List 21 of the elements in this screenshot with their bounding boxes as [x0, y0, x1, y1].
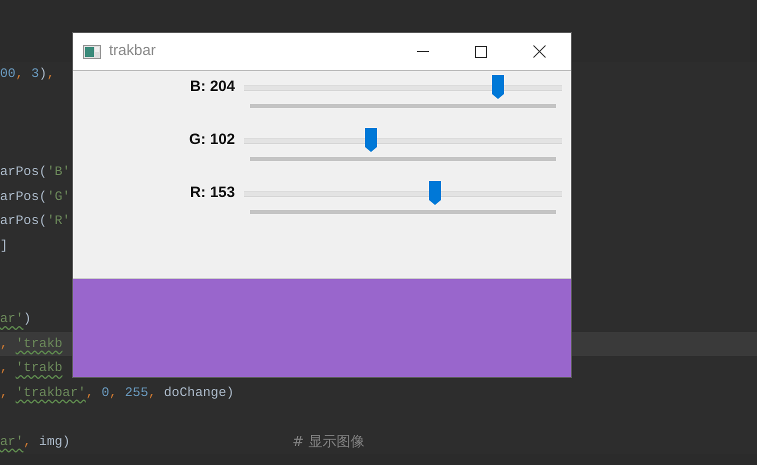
code-line: 00, 3), [0, 65, 55, 83]
slider-thumb[interactable] [428, 181, 442, 205]
code-line: arPos('G' [0, 188, 70, 206]
code-line: , 'trakb [0, 359, 62, 377]
window-title: trakbar [109, 41, 156, 62]
code-comment: # 显示图像 [292, 432, 364, 452]
trackbar-label: R: 153 [188, 183, 235, 203]
code-line: arPos('B' [0, 163, 70, 181]
app-icon [83, 44, 101, 58]
trackbar-label: G: 102 [188, 130, 235, 150]
trackbar-label: B: 204 [188, 77, 235, 97]
close-icon [532, 45, 546, 58]
code-line: ar', img) [0, 432, 70, 450]
maximize-icon [475, 46, 487, 58]
code-line: arPos('R' [0, 212, 70, 230]
slider-thumb[interactable] [364, 128, 378, 152]
slider-thumb[interactable] [491, 75, 506, 99]
code-line: , 'trakbar', 0, 255, doChange) [0, 384, 234, 402]
minimize-icon [417, 51, 429, 52]
code-line: ar') [0, 310, 32, 328]
code-line: ] [0, 236, 8, 254]
